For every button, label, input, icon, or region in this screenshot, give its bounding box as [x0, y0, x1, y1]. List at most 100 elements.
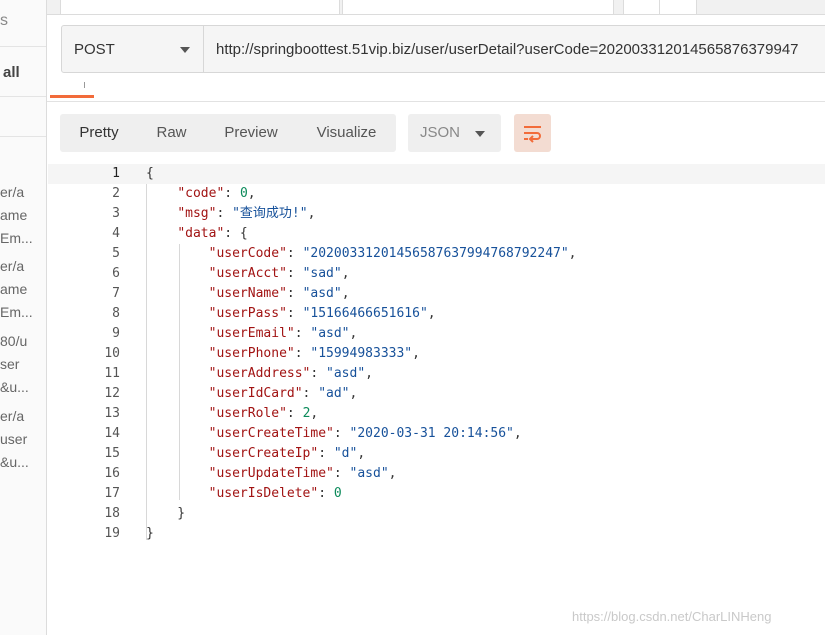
chevron-down-icon [180, 47, 190, 53]
code-text: "userPhone": "15994983333", [208, 346, 420, 361]
history-item-text: 80/u [0, 333, 28, 349]
line-number: 1 [112, 166, 120, 181]
code-text: "userAcct": "sad", [208, 266, 350, 281]
format-label: JSON [420, 124, 461, 141]
line-number: 4 [112, 226, 120, 241]
wrap-lines-icon [524, 126, 541, 143]
line-number: 10 [104, 346, 120, 361]
history-item[interactable]: er/a ame Em... [0, 181, 46, 250]
code-line: 12 "userIdCard": "ad", [48, 384, 825, 404]
history-item-text: er/a [0, 184, 25, 200]
history-item-text: er/a [0, 408, 25, 424]
sidebar-header: s [0, 0, 46, 47]
line-number: 5 [112, 246, 120, 261]
url-text: http://springboottest.51vip.biz/user/use… [216, 41, 799, 58]
history-sidebar: s all er/a ame Em... er/a ame Em... 80/u ser &u.… [0, 0, 47, 635]
line-number: 13 [104, 406, 120, 421]
line-number: 3 [112, 206, 120, 221]
view-raw-button[interactable]: Raw [138, 114, 205, 152]
line-number: 14 [104, 426, 120, 441]
code-text: "msg": "查询成功!", [177, 206, 316, 221]
code-text: "userRole": 2, [208, 406, 319, 421]
history-item-text: ame [0, 281, 28, 297]
code-text: "userCreateTime": "2020-03-31 20:14:56", [208, 426, 522, 441]
line-number: 18 [104, 506, 120, 521]
code-line: 14 "userCreateTime": "2020-03-31 20:14:5… [48, 424, 825, 444]
history-item-text: user [0, 431, 28, 447]
request-tab[interactable] [623, 0, 661, 14]
tab-indicator-tick [84, 82, 90, 88]
response-divider [47, 101, 825, 102]
code-text: "userEmail": "asd", [208, 326, 358, 341]
code-line: 2 "code": 0, [48, 184, 825, 204]
view-preview-button[interactable]: Preview [205, 114, 297, 152]
sidebar-header-glyph: s [0, 12, 8, 29]
active-tab-underline [50, 95, 94, 98]
code-line: 9 "userEmail": "asd", [48, 324, 825, 344]
format-select[interactable]: JSON [408, 114, 501, 152]
code-text: "data": { [177, 226, 248, 241]
line-number: 9 [112, 326, 120, 341]
history-item-text: ame [0, 207, 28, 223]
method-select[interactable]: POST [61, 25, 204, 73]
request-tab[interactable] [659, 0, 697, 14]
history-item-text: Em... [0, 304, 33, 320]
code-line: 17 "userIsDelete": 0 [48, 484, 825, 504]
history-item[interactable]: 80/u ser &u... [0, 330, 46, 399]
view-pretty-button[interactable]: Pretty [60, 114, 138, 152]
history-filter-all-label: all [3, 64, 20, 81]
code-line: 5 "userCode": "2020033120145658763799476… [48, 244, 825, 264]
history-item-text: ser [0, 356, 20, 372]
line-number: 15 [104, 446, 120, 461]
code-text: "userUpdateTime": "asd", [208, 466, 397, 481]
code-line: 18 } [48, 504, 825, 524]
history-filter-all[interactable]: all [0, 50, 46, 97]
url-input[interactable]: http://springboottest.51vip.biz/user/use… [204, 25, 825, 73]
code-line: 6 "userAcct": "sad", [48, 264, 825, 284]
line-number: 8 [112, 306, 120, 321]
code-text: "userAddress": "asd", [208, 366, 373, 381]
line-number: 19 [104, 526, 120, 541]
sidebar-divider [0, 136, 46, 137]
code-line: 19} [48, 524, 825, 544]
history-item-text: er/a [0, 258, 25, 274]
code-text: "userCode": "202003312014565876379947687… [208, 246, 577, 261]
code-text: "userPass": "15166466651616", [208, 306, 436, 321]
code-text: } [146, 506, 186, 521]
watermark: https://blog.csdn.net/CharLINHeng [572, 609, 772, 624]
chevron-down-icon [475, 131, 485, 137]
code-line: 3 "msg": "查询成功!", [48, 204, 825, 224]
code-text: } [146, 526, 154, 541]
code-line: 1{ [48, 164, 825, 184]
code-line: 16 "userUpdateTime": "asd", [48, 464, 825, 484]
response-body: 1{2 "code": 0, 3 "msg": "查询成功!", 4 "data":… [48, 160, 825, 560]
code-line: 10 "userPhone": "15994983333", [48, 344, 825, 364]
request-tabs [47, 0, 825, 15]
wrap-lines-button[interactable] [514, 114, 551, 152]
code-line: 8 "userPass": "15166466651616", [48, 304, 825, 324]
code-line: 13 "userRole": 2, [48, 404, 825, 424]
code-line: 15 "userCreateIp": "d", [48, 444, 825, 464]
request-tab[interactable] [60, 0, 340, 14]
line-number: 7 [112, 286, 120, 301]
method-label: POST [74, 41, 115, 58]
line-number: 12 [104, 386, 120, 401]
history-item-text: Em... [0, 230, 33, 246]
code-line: 4 "data": { [48, 224, 825, 244]
line-number: 11 [104, 366, 120, 381]
response-view-toggle: Pretty Raw Preview Visualize [60, 114, 396, 152]
code-text: "userName": "asd", [208, 286, 350, 301]
line-number: 2 [112, 186, 120, 201]
code-text: "userIdCard": "ad", [208, 386, 358, 401]
line-number: 17 [104, 486, 120, 501]
code-text: { [146, 166, 154, 181]
history-item-text: &u... [0, 454, 29, 470]
history-item-text: &u... [0, 379, 29, 395]
history-item[interactable]: er/a user &u... [0, 405, 46, 474]
code-text: "code": 0, [177, 186, 256, 201]
code-text: "userIsDelete": 0 [208, 486, 342, 501]
code-line: 7 "userName": "asd", [48, 284, 825, 304]
view-visualize-button[interactable]: Visualize [297, 114, 396, 152]
history-item[interactable]: er/a ame Em... [0, 255, 46, 324]
request-tab[interactable] [342, 0, 614, 14]
